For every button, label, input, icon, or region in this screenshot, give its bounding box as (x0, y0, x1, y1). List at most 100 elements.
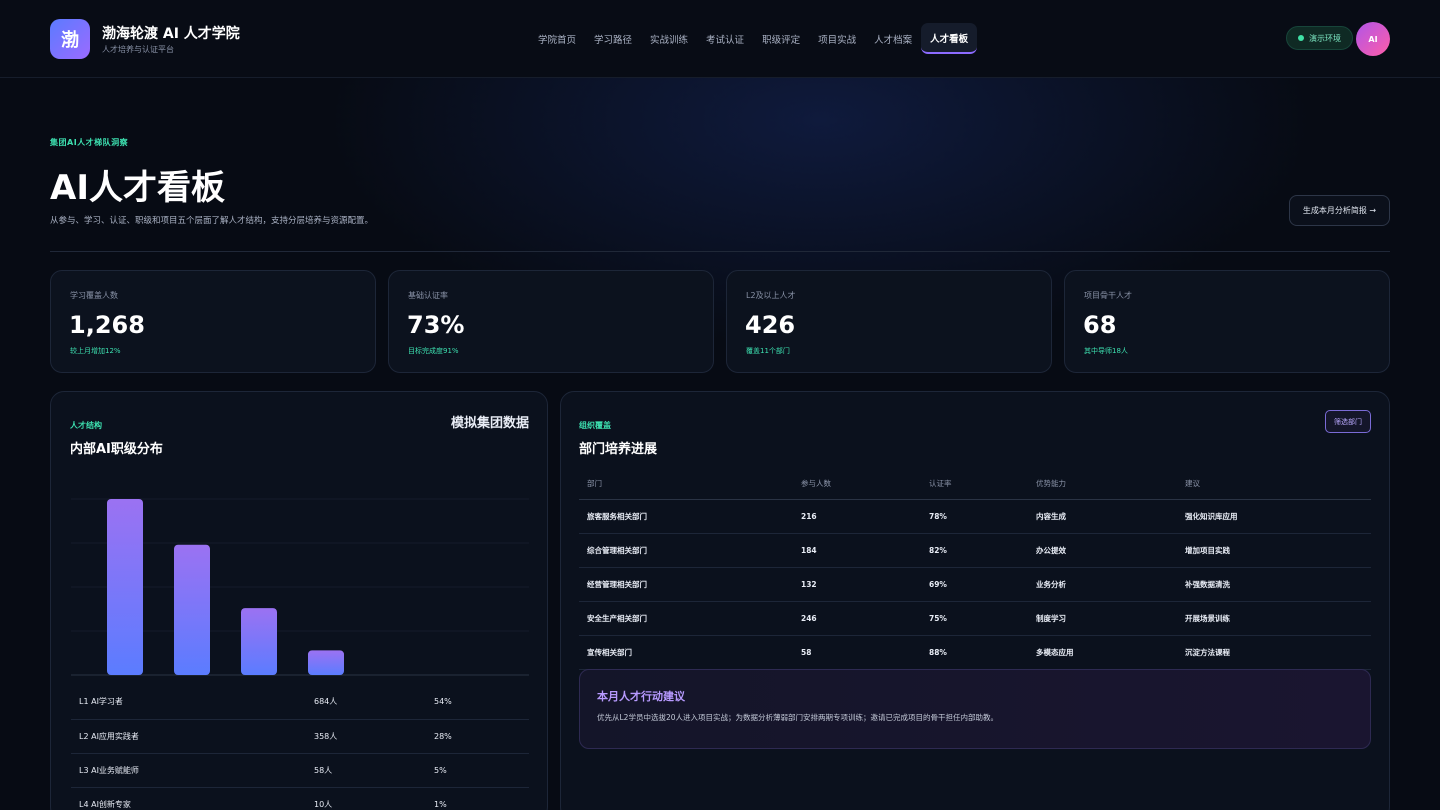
table-cell: 246 (793, 601, 921, 636)
table-cell: 69% (921, 567, 1028, 602)
level-row: L3 AI业务赋能师 58人 5% (71, 753, 529, 788)
column-header: 参与人数 (793, 468, 921, 500)
table-cell: 开展场景训练 (1177, 601, 1371, 636)
bar-0[interactable] (107, 499, 143, 675)
monthly-advice-card: 本月人才行动建议 优先从L2学员中选拔20人进入项目实战；为数据分析薄弱部门安排… (579, 669, 1371, 749)
column-header: 部门 (579, 468, 793, 500)
stat-label: 项目骨干人才 (1084, 291, 1132, 300)
table-cell: 88% (921, 635, 1028, 670)
page-description: 从参与、学习、认证、职级和项目五个层面了解人才结构，支持分层培养与资源配置。 (50, 216, 374, 226)
main-nav: 学院首页 学习路径 实战训练 考试认证 职级评定 项目实战 人才档案 人才看板 (529, 23, 978, 55)
panel-eyebrow: 人才结构 (70, 421, 102, 430)
bar-chart-svg (71, 498, 529, 676)
level-row: L2 AI应用实践者 358人 28% (71, 719, 529, 754)
department-table: 部门 参与人数 认证率 优势能力 建议 旅客服务相关部门 216 78% 内容生成 强化知识库应… (579, 468, 1371, 670)
level-row: L4 AI创新专家 10人 1% (71, 787, 529, 810)
bar-3[interactable] (308, 650, 344, 675)
page-eyebrow: 集团AI人才梯队洞察 (50, 138, 129, 147)
page-title: AI人才看板 (50, 168, 225, 208)
nav-item-5[interactable]: 项目实战 (809, 23, 865, 54)
filter-department-button[interactable]: 筛选部门 (1325, 410, 1371, 433)
table-cell: 安全生产相关部门 (579, 601, 793, 636)
table-cell: 内容生成 (1028, 499, 1177, 534)
table-cell: 82% (921, 533, 1028, 568)
nav-item-7[interactable]: 人才看板 (921, 23, 978, 54)
advice-title: 本月人才行动建议 (597, 690, 685, 703)
table-cell: 强化知识库应用 (1177, 499, 1371, 534)
level-share: 1% (426, 787, 529, 810)
level-row: L1 AI学习者 684人 54% (71, 685, 529, 720)
table-row[interactable]: 安全生产相关部门 246 75% 制度学习 开展场景训练 (579, 601, 1371, 636)
stat-card-project-talent: 项目骨干人才 68 其中导师18人 (1064, 270, 1390, 373)
table-cell: 综合管理相关部门 (579, 533, 793, 568)
stat-card-learning-coverage: 学习覆盖人数 1,268 较上月增加12% (50, 270, 376, 373)
level-count: 10人 (306, 787, 426, 810)
stat-value: 426 (745, 311, 796, 339)
table-row[interactable]: 经营管理相关部门 132 69% 业务分析 补强数据清洗 (579, 567, 1371, 602)
level-count: 358人 (306, 719, 426, 754)
column-header: 认证率 (921, 468, 1028, 500)
table-cell: 沉淀方法课程 (1177, 635, 1371, 670)
environment-badge: 演示环境 (1286, 26, 1353, 50)
nav-item-0[interactable]: 学院首页 (529, 23, 585, 54)
level-name: L4 AI创新专家 (71, 787, 306, 810)
level-table: L1 AI学习者 684人 54% L2 AI应用实践者 358人 28% L3 AI业务赋… (71, 685, 529, 810)
status-dot-icon (1298, 35, 1304, 41)
bar-2[interactable] (241, 608, 277, 675)
panel-eyebrow: 组织覆盖 (579, 421, 611, 430)
top-bar: 渤 渤海轮渡 AI 人才学院 人才培养与认证平台 学院首页 学习路径 实战训练 考试认… (0, 0, 1440, 78)
stat-value: 1,268 (69, 311, 145, 339)
nav-item-3[interactable]: 考试认证 (697, 23, 753, 54)
nav-item-4[interactable]: 职级评定 (753, 23, 809, 54)
level-name: L2 AI应用实践者 (71, 719, 306, 754)
stat-card-l2-talent: L2及以上人才 426 覆盖11个部门 (726, 270, 1052, 373)
stat-label: 基础认证率 (408, 291, 448, 300)
bar-1[interactable] (174, 544, 210, 675)
panel-title: 内部AI职级分布 (70, 442, 163, 457)
stat-note: 覆盖11个部门 (746, 347, 790, 355)
hero-divider (50, 251, 1390, 252)
nav-item-1[interactable]: 学习路径 (585, 23, 641, 54)
table-row[interactable]: 宣传相关部门 58 88% 多模态应用 沉淀方法课程 (579, 635, 1371, 670)
department-progress-panel: 组织覆盖 部门培养进展 筛选部门 部门 参与人数 认证率 优势能力 建议 旅客服务相关部… (560, 391, 1390, 810)
table-cell: 旅客服务相关部门 (579, 499, 793, 534)
table-cell: 58 (793, 635, 921, 670)
level-share: 54% (426, 685, 529, 720)
level-name: L1 AI学习者 (71, 685, 306, 720)
level-name: L3 AI业务赋能师 (71, 753, 306, 788)
generate-report-button[interactable]: 生成本月分析简报 → (1289, 195, 1390, 226)
panel-title: 部门培养进展 (579, 442, 658, 457)
level-distribution-chart (71, 492, 529, 676)
advice-text: 优先从L2学员中选拔20人进入项目实战；为数据分析薄弱部门安排两期专项训练；邀请… (597, 713, 998, 722)
table-cell: 78% (921, 499, 1028, 534)
environment-label: 演示环境 (1309, 33, 1341, 43)
table-cell: 补强数据清洗 (1177, 567, 1371, 602)
stat-label: L2及以上人才 (746, 291, 796, 300)
nav-item-2[interactable]: 实战训练 (641, 23, 697, 54)
level-count: 58人 (306, 753, 426, 788)
brand-subtitle: 人才培养与认证平台 (102, 45, 174, 54)
column-header: 建议 (1177, 468, 1371, 500)
table-cell: 经营管理相关部门 (579, 567, 793, 602)
column-header: 优势能力 (1028, 468, 1177, 500)
level-share: 5% (426, 753, 529, 788)
stat-card-certification-rate: 基础认证率 73% 目标完成度91% (388, 270, 714, 373)
nav-item-6[interactable]: 人才档案 (865, 23, 921, 54)
table-cell: 216 (793, 499, 921, 534)
brand-title: 渤海轮渡 AI 人才学院 (102, 26, 240, 42)
simulated-data-tag: 模拟集团数据 (450, 416, 529, 431)
table-cell: 宣传相关部门 (579, 635, 793, 670)
table-row[interactable]: 综合管理相关部门 184 82% 办公提效 增加项目实践 (579, 533, 1371, 568)
stat-note: 目标完成度91% (408, 347, 459, 355)
table-row[interactable]: 旅客服务相关部门 216 78% 内容生成 强化知识库应用 (579, 499, 1371, 534)
stat-value: 73% (407, 311, 465, 339)
table-cell: 办公提效 (1028, 533, 1177, 568)
level-share: 28% (426, 719, 529, 754)
table-cell: 75% (921, 601, 1028, 636)
stat-note: 其中导师18人 (1084, 347, 1128, 355)
stat-label: 学习覆盖人数 (70, 291, 118, 300)
user-avatar[interactable]: AI (1356, 22, 1390, 56)
brand-logo[interactable]: 渤 (50, 19, 90, 59)
talent-structure-panel: 人才结构 内部AI职级分布 模拟集团数据 L1 AI学习者 684人 54% L2 A… (50, 391, 548, 810)
level-count: 684人 (306, 685, 426, 720)
